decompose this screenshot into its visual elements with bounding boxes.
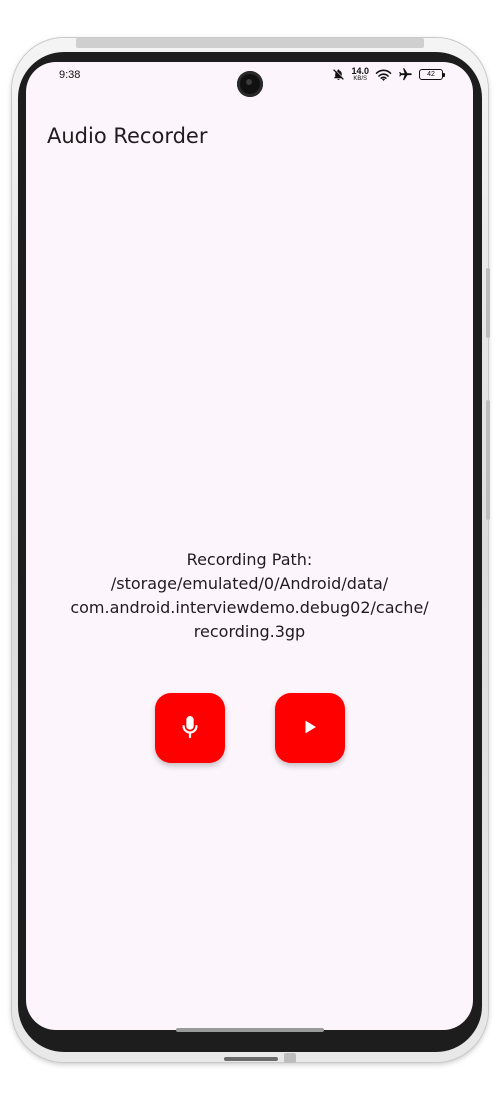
network-speed: 14.0 KB/S xyxy=(351,66,369,83)
phone-bottom-mark xyxy=(284,1053,296,1063)
play-button[interactable] xyxy=(275,693,345,763)
status-bar: 9:38 14.0 KB/S 42 xyxy=(26,62,473,97)
network-speed-unit: KB/S xyxy=(353,76,368,82)
play-icon xyxy=(301,718,319,739)
status-time: 9:38 xyxy=(59,69,81,81)
recording-path-label: Recording Path: xyxy=(186,550,313,569)
wifi-icon xyxy=(375,68,392,82)
mic-icon xyxy=(179,714,201,743)
recording-path-line: recording.3gp xyxy=(193,622,306,641)
notifications-off-icon xyxy=(332,68,345,81)
power-button xyxy=(486,400,490,520)
record-button[interactable] xyxy=(155,693,225,763)
phone-screen: 9:38 14.0 KB/S 42 Audio Recorder Recordi… xyxy=(26,62,473,1030)
recording-path-text: Recording Path: /storage/emulated/0/Andr… xyxy=(26,548,473,644)
status-icons: 14.0 KB/S 42 xyxy=(332,66,445,83)
front-camera xyxy=(237,71,263,97)
network-speed-value: 14.0 xyxy=(351,66,369,76)
app-title: Audio Recorder xyxy=(47,124,208,148)
recording-path-line: /storage/emulated/0/Android/data/ xyxy=(110,574,389,593)
phone-top-edge xyxy=(76,38,424,48)
battery-icon: 42 xyxy=(419,69,445,80)
phone-bottom-edge xyxy=(176,1028,324,1032)
recording-path-line: com.android.interviewdemo.debug02/cache/ xyxy=(70,598,429,617)
phone-bottom-port xyxy=(224,1057,278,1061)
airplane-icon xyxy=(398,67,413,82)
volume-button xyxy=(486,268,490,338)
recorder-controls xyxy=(26,693,473,763)
